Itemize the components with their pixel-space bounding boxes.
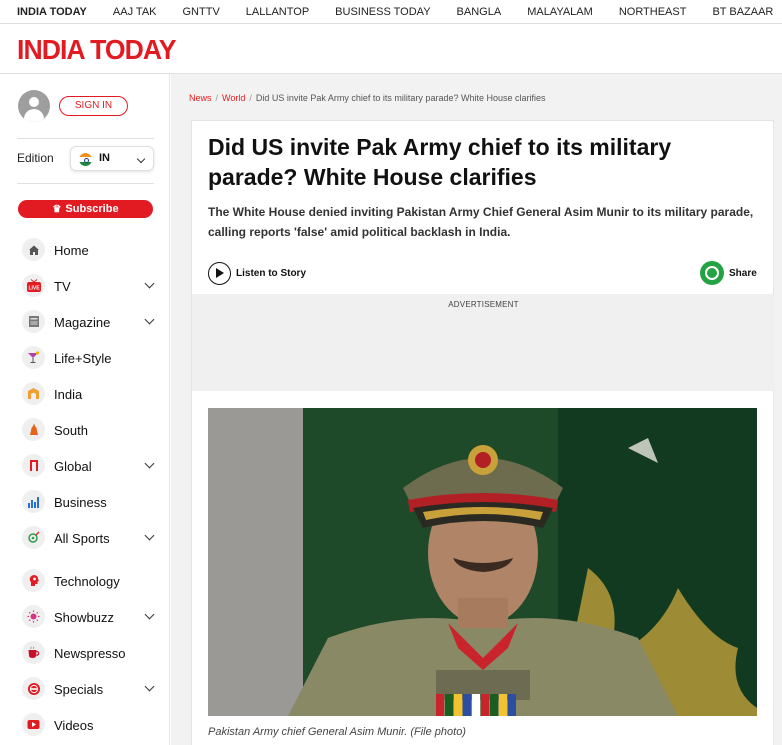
showbuzz-icon xyxy=(22,605,45,628)
technology-icon xyxy=(22,569,45,592)
top-nav-business-today[interactable]: BUSINESS TODAY xyxy=(335,6,430,18)
sign-in-button[interactable]: SIGN IN xyxy=(59,96,128,116)
sidebar-item-label: Specials xyxy=(54,682,104,697)
top-nav-northeast[interactable]: NORTHEAST xyxy=(619,6,687,18)
bar-chart-icon xyxy=(22,490,45,513)
sidebar-item-label: India xyxy=(54,387,83,402)
breadcrumb-news[interactable]: News xyxy=(189,93,212,103)
photo-caption: Pakistan Army chief General Asim Munir. … xyxy=(208,726,466,738)
sidebar-item-label: Magazine xyxy=(54,315,111,330)
sidebar-item-label: Home xyxy=(54,243,89,258)
sidebar-item-label: South xyxy=(54,423,88,438)
sidebar: SIGN IN Edition IN ♛ Subscribe Home LIVE … xyxy=(0,74,170,745)
sidebar-item-label: TV xyxy=(54,279,71,294)
article-photo xyxy=(208,408,757,716)
sidebar-item-label: Showbuzz xyxy=(54,610,114,625)
article-card: Did US invite Pak Army chief to its mili… xyxy=(191,120,775,745)
sidebar-item-label: Life+Style xyxy=(54,351,112,366)
sidebar-item-showbuzz[interactable]: Showbuzz xyxy=(22,604,162,630)
top-nav-malayalam[interactable]: MALAYALAM xyxy=(527,6,593,18)
sidebar-item-label: Global xyxy=(54,459,92,474)
magazine-icon xyxy=(22,310,45,333)
play-icon xyxy=(208,261,231,285)
sidebar-item-global[interactable]: Global xyxy=(22,453,162,479)
main-content: News / World / Did US invite Pak Army chief … xyxy=(171,74,782,745)
sidebar-item-business[interactable]: Business xyxy=(22,489,162,515)
article-headline: Did US invite Pak Army chief to its mili… xyxy=(208,134,672,190)
top-nav-gnttv[interactable]: GNTTV xyxy=(183,6,220,18)
edition-label: Edition xyxy=(17,151,54,165)
cocktail-icon xyxy=(22,346,45,369)
whatsapp-icon xyxy=(700,261,724,285)
sidebar-item-label: Newspresso xyxy=(54,646,126,661)
user-avatar-icon[interactable] xyxy=(18,90,50,122)
home-icon xyxy=(22,238,45,261)
share-label: Share xyxy=(729,267,757,279)
subscribe-button[interactable]: ♛ Subscribe xyxy=(18,200,153,218)
top-nav-india-today[interactable]: INDIA TODAY xyxy=(17,6,87,18)
sidebar-item-home[interactable]: Home xyxy=(22,237,162,263)
sidebar-item-label: Videos xyxy=(54,718,94,733)
sidebar-item-magazine[interactable]: Magazine xyxy=(22,309,162,335)
subscribe-label: Subscribe xyxy=(65,203,119,215)
india-today-logo[interactable]: INDIA TODAY xyxy=(17,34,176,66)
sidebar-item-tv[interactable]: LIVE TV xyxy=(22,273,162,299)
global-icon xyxy=(22,454,45,477)
live-tv-icon: LIVE xyxy=(22,274,45,297)
breadcrumb-separator: / xyxy=(215,93,219,103)
sidebar-divider xyxy=(17,138,154,139)
gate-icon xyxy=(22,382,45,405)
sidebar-item-all-sports[interactable]: All Sports xyxy=(22,525,162,551)
top-nav-aaj-tak[interactable]: AAJ TAK xyxy=(113,6,157,18)
india-flag-icon xyxy=(79,153,92,166)
brand-header: INDIA TODAY xyxy=(0,24,782,74)
video-icon xyxy=(22,713,45,736)
chevron-down-icon xyxy=(136,154,146,164)
listen-to-story-button[interactable]: Listen to Story xyxy=(208,261,306,285)
sidebar-item-lifestyle[interactable]: Life+Style xyxy=(22,345,162,371)
sports-icon xyxy=(22,526,45,549)
edition-select[interactable]: IN xyxy=(70,146,154,171)
chevron-down-icon[interactable] xyxy=(144,609,155,620)
sidebar-item-specials[interactable]: Specials xyxy=(22,676,162,702)
breadcrumb: News / World / Did US invite Pak Army chief … xyxy=(189,93,546,103)
specials-icon xyxy=(22,677,45,700)
sidebar-item-india[interactable]: India xyxy=(22,381,162,407)
advertisement-label: ADVERTISEMENT xyxy=(448,300,519,309)
top-nav-bangla[interactable]: BANGLA xyxy=(457,6,502,18)
crown-icon: ♛ xyxy=(52,204,62,215)
breadcrumb-world[interactable]: World xyxy=(222,93,245,103)
temple-icon xyxy=(22,418,45,441)
chevron-down-icon[interactable] xyxy=(144,458,155,469)
top-nav-bt-bazaar[interactable]: BT BAZAAR xyxy=(712,6,773,18)
coffee-icon xyxy=(22,641,45,664)
chevron-down-icon[interactable] xyxy=(144,314,155,325)
advertisement-slot: ADVERTISEMENT xyxy=(192,294,775,391)
sidebar-item-videos[interactable]: Videos xyxy=(22,712,162,738)
sidebar-item-technology[interactable]: Technology xyxy=(22,568,162,594)
chevron-down-icon[interactable] xyxy=(144,278,155,289)
sidebar-divider xyxy=(17,183,154,184)
sidebar-item-newspresso[interactable]: Newspresso xyxy=(22,640,162,666)
share-button[interactable]: Share xyxy=(700,260,757,286)
sidebar-item-label: Business xyxy=(54,495,107,510)
listen-label: Listen to Story xyxy=(236,267,307,279)
top-nav-lallantop[interactable]: LALLANTOP xyxy=(246,6,309,18)
chevron-down-icon[interactable] xyxy=(144,530,155,541)
sidebar-item-label: Technology xyxy=(54,574,120,589)
edition-value: IN xyxy=(99,152,110,164)
sidebar-item-label: All Sports xyxy=(54,531,110,546)
article-summary: The White House denied inviting Pakistan… xyxy=(208,205,754,239)
chevron-down-icon[interactable] xyxy=(144,681,155,692)
svg-text:LIVE: LIVE xyxy=(28,285,40,291)
breadcrumb-separator: / xyxy=(249,93,252,103)
sidebar-item-south[interactable]: South xyxy=(22,417,162,443)
breadcrumb-current: Did US invite Pak Army chief to its mili… xyxy=(255,93,546,103)
network-top-nav: INDIA TODAY AAJ TAK GNTTV LALLANTOP BUSI… xyxy=(0,0,782,24)
